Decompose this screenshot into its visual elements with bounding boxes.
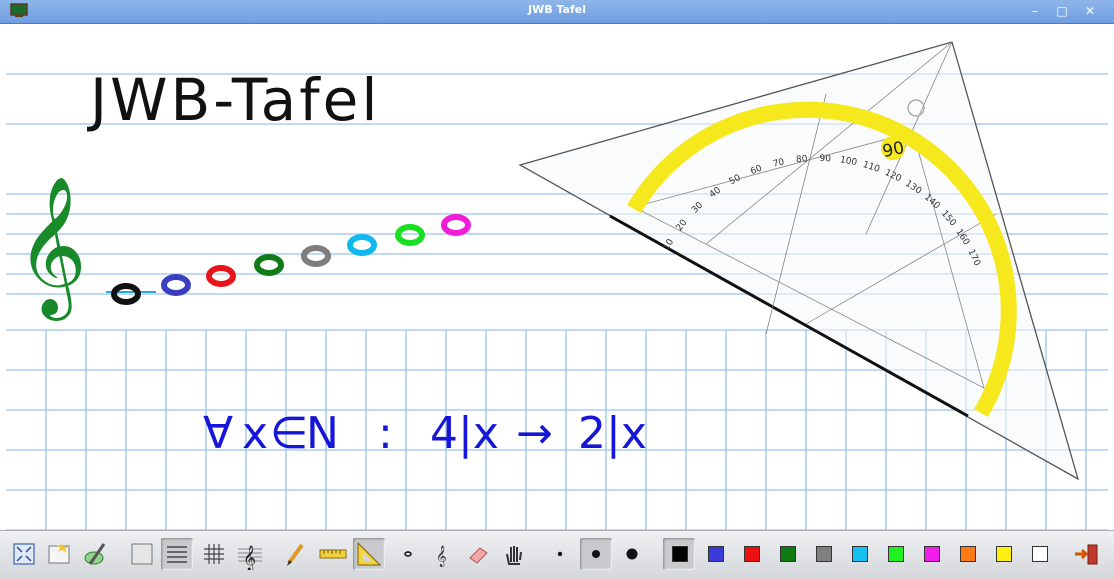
title-bar: JWB Tafel – □ ✕ <box>0 0 1114 24</box>
fullscreen-icon <box>13 543 35 565</box>
treble-clef-button[interactable]: 𝄞 <box>426 538 458 570</box>
small-note-icon <box>404 551 412 557</box>
grid-paper-button[interactable] <box>198 538 230 570</box>
music-note <box>347 234 377 256</box>
formula-colon: : <box>378 408 393 459</box>
color-swatch[interactable] <box>708 546 724 562</box>
color-swatch[interactable] <box>744 546 760 562</box>
music-note <box>161 274 191 296</box>
blank-paper-icon <box>131 543 153 565</box>
formula-premise: 4|x <box>430 408 499 459</box>
window-title: JWB Tafel <box>528 3 586 16</box>
formula-arrow: → <box>516 408 553 459</box>
dot-medium-icon <box>592 550 600 558</box>
color-swatch[interactable] <box>816 546 832 562</box>
grid-paper-icon <box>204 544 224 564</box>
formula: ∀ x ∈ N : 4|x → 2|x <box>203 408 647 459</box>
svg-text:𝄞: 𝄞 <box>243 545 256 570</box>
music-note <box>254 254 284 276</box>
formula-set: N <box>306 408 339 459</box>
pencil-icon <box>287 543 304 566</box>
protractor-label: 90 <box>819 154 831 164</box>
dot-medium-button[interactable] <box>580 538 612 570</box>
exit-icon <box>1075 544 1098 565</box>
exit-button[interactable] <box>1070 538 1102 570</box>
open-file-button[interactable] <box>44 538 76 570</box>
toolbar: 𝄞 𝄞 <box>0 530 1114 579</box>
ruler-button[interactable] <box>317 538 349 570</box>
dot-small-button[interactable] <box>544 538 576 570</box>
open-file-icon <box>48 542 70 564</box>
maximize-button[interactable]: □ <box>1053 3 1071 19</box>
color-swatch[interactable] <box>852 546 868 562</box>
music-note <box>395 224 425 246</box>
music-note <box>301 245 331 267</box>
dot-large-icon <box>626 548 638 560</box>
dot-small-icon <box>557 551 563 557</box>
treble-clef-icon: 𝄞 <box>436 546 447 567</box>
color-swatch[interactable] <box>780 546 796 562</box>
blank-paper-button[interactable] <box>126 538 158 570</box>
save-icon <box>84 543 106 565</box>
color-swatch[interactable] <box>960 546 976 562</box>
formula-elem: ∈ <box>270 408 308 459</box>
svg-text:𝄞: 𝄞 <box>436 546 447 567</box>
formula-conclusion: 2|x <box>578 408 647 459</box>
board-heading: JWB-Tafel <box>87 66 380 134</box>
close-button[interactable]: ✕ <box>1081 3 1099 19</box>
ruler-icon <box>319 549 347 559</box>
set-square-icon <box>357 541 382 566</box>
minimize-button[interactable]: – <box>1026 3 1044 19</box>
set-square-button[interactable] <box>353 538 385 570</box>
drawing-board[interactable]: JWB-Tafel 𝄞 ∀ x ∈ N : 4|x → 2|x 10 20 30… <box>6 24 1108 530</box>
music-note <box>206 265 236 287</box>
lined-paper-icon <box>167 546 187 563</box>
treble-clef-icon: 𝄞 <box>16 176 87 321</box>
color-swatch[interactable] <box>996 546 1012 562</box>
music-staff-icon: 𝄞 <box>238 545 262 570</box>
save-button[interactable] <box>80 538 112 570</box>
pencil-button[interactable] <box>280 538 312 570</box>
hand-icon <box>506 546 522 565</box>
eraser-icon <box>469 547 488 564</box>
music-note <box>441 214 471 236</box>
formula-var: x <box>242 408 268 459</box>
eraser-button[interactable] <box>462 538 494 570</box>
hand-button[interactable] <box>498 538 530 570</box>
color-swatch[interactable] <box>924 546 940 562</box>
lined-paper-button[interactable] <box>161 538 193 570</box>
fullscreen-button[interactable] <box>8 538 40 570</box>
music-notes <box>111 214 471 305</box>
color-swatch[interactable] <box>888 546 904 562</box>
color-swatch[interactable] <box>1032 546 1048 562</box>
formula-forall: ∀ <box>203 408 233 459</box>
color-swatch[interactable] <box>672 546 688 562</box>
dot-large-button[interactable] <box>616 538 648 570</box>
protractor-label: 80 <box>796 154 809 165</box>
small-note-button[interactable] <box>392 538 424 570</box>
music-staff-button[interactable]: 𝄞 <box>234 538 266 570</box>
